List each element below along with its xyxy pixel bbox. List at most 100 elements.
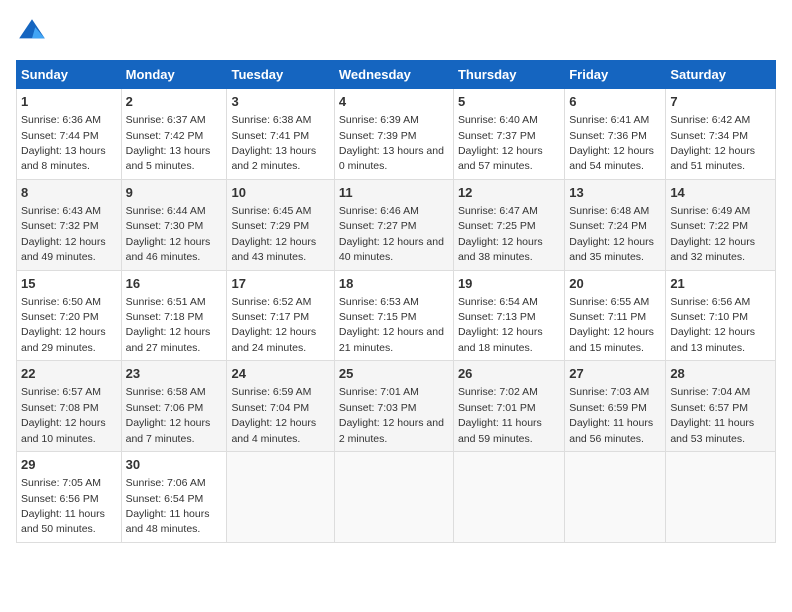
calendar-cell: 25 Sunrise: 7:01 AMSunset: 7:03 PMDaylig…: [334, 361, 453, 452]
day-number: 12: [458, 184, 560, 202]
calendar-cell: [666, 452, 776, 543]
day-number: 24: [231, 365, 329, 383]
calendar-cell: 3 Sunrise: 6:38 AMSunset: 7:41 PMDayligh…: [227, 89, 334, 180]
day-detail: Sunrise: 6:51 AMSunset: 7:18 PMDaylight:…: [126, 296, 211, 354]
calendar-cell: 15 Sunrise: 6:50 AMSunset: 7:20 PMDaylig…: [17, 270, 122, 361]
page-header: [16, 16, 776, 48]
day-detail: Sunrise: 6:58 AMSunset: 7:06 PMDaylight:…: [126, 386, 211, 444]
calendar-cell: 23 Sunrise: 6:58 AMSunset: 7:06 PMDaylig…: [121, 361, 227, 452]
calendar-cell: 12 Sunrise: 6:47 AMSunset: 7:25 PMDaylig…: [453, 179, 564, 270]
day-number: 19: [458, 275, 560, 293]
day-detail: Sunrise: 7:01 AMSunset: 7:03 PMDaylight:…: [339, 386, 444, 444]
day-number: 21: [670, 275, 771, 293]
day-detail: Sunrise: 6:50 AMSunset: 7:20 PMDaylight:…: [21, 296, 106, 354]
calendar-cell: 2 Sunrise: 6:37 AMSunset: 7:42 PMDayligh…: [121, 89, 227, 180]
day-number: 7: [670, 93, 771, 111]
col-wednesday: Wednesday: [334, 61, 453, 89]
day-number: 5: [458, 93, 560, 111]
col-friday: Friday: [565, 61, 666, 89]
day-number: 2: [126, 93, 223, 111]
col-saturday: Saturday: [666, 61, 776, 89]
day-number: 27: [569, 365, 661, 383]
col-tuesday: Tuesday: [227, 61, 334, 89]
calendar-cell: 27 Sunrise: 7:03 AMSunset: 6:59 PMDaylig…: [565, 361, 666, 452]
day-detail: Sunrise: 6:43 AMSunset: 7:32 PMDaylight:…: [21, 205, 106, 263]
calendar-cell: 13 Sunrise: 6:48 AMSunset: 7:24 PMDaylig…: [565, 179, 666, 270]
day-detail: Sunrise: 6:39 AMSunset: 7:39 PMDaylight:…: [339, 114, 444, 172]
day-detail: Sunrise: 7:06 AMSunset: 6:54 PMDaylight:…: [126, 477, 210, 535]
day-detail: Sunrise: 6:54 AMSunset: 7:13 PMDaylight:…: [458, 296, 543, 354]
day-number: 1: [21, 93, 117, 111]
day-detail: Sunrise: 6:44 AMSunset: 7:30 PMDaylight:…: [126, 205, 211, 263]
day-detail: Sunrise: 7:05 AMSunset: 6:56 PMDaylight:…: [21, 477, 105, 535]
day-number: 15: [21, 275, 117, 293]
day-detail: Sunrise: 6:52 AMSunset: 7:17 PMDaylight:…: [231, 296, 316, 354]
calendar-cell: 11 Sunrise: 6:46 AMSunset: 7:27 PMDaylig…: [334, 179, 453, 270]
calendar-cell: 8 Sunrise: 6:43 AMSunset: 7:32 PMDayligh…: [17, 179, 122, 270]
calendar-table: Sunday Monday Tuesday Wednesday Thursday…: [16, 60, 776, 543]
logo-icon: [16, 16, 48, 48]
day-number: 22: [21, 365, 117, 383]
calendar-cell: 7 Sunrise: 6:42 AMSunset: 7:34 PMDayligh…: [666, 89, 776, 180]
calendar-cell: 30 Sunrise: 7:06 AMSunset: 6:54 PMDaylig…: [121, 452, 227, 543]
day-number: 10: [231, 184, 329, 202]
day-detail: Sunrise: 6:48 AMSunset: 7:24 PMDaylight:…: [569, 205, 654, 263]
day-detail: Sunrise: 6:42 AMSunset: 7:34 PMDaylight:…: [670, 114, 755, 172]
calendar-header-row: Sunday Monday Tuesday Wednesday Thursday…: [17, 61, 776, 89]
day-number: 6: [569, 93, 661, 111]
day-number: 8: [21, 184, 117, 202]
day-number: 9: [126, 184, 223, 202]
calendar-cell: 22 Sunrise: 6:57 AMSunset: 7:08 PMDaylig…: [17, 361, 122, 452]
calendar-cell: [227, 452, 334, 543]
calendar-week-row: 8 Sunrise: 6:43 AMSunset: 7:32 PMDayligh…: [17, 179, 776, 270]
logo: [16, 16, 52, 48]
calendar-week-row: 29 Sunrise: 7:05 AMSunset: 6:56 PMDaylig…: [17, 452, 776, 543]
day-detail: Sunrise: 6:38 AMSunset: 7:41 PMDaylight:…: [231, 114, 316, 172]
calendar-week-row: 22 Sunrise: 6:57 AMSunset: 7:08 PMDaylig…: [17, 361, 776, 452]
day-number: 29: [21, 456, 117, 474]
day-detail: Sunrise: 6:55 AMSunset: 7:11 PMDaylight:…: [569, 296, 654, 354]
day-detail: Sunrise: 6:47 AMSunset: 7:25 PMDaylight:…: [458, 205, 543, 263]
calendar-week-row: 1 Sunrise: 6:36 AMSunset: 7:44 PMDayligh…: [17, 89, 776, 180]
col-monday: Monday: [121, 61, 227, 89]
day-number: 3: [231, 93, 329, 111]
day-number: 17: [231, 275, 329, 293]
day-detail: Sunrise: 6:46 AMSunset: 7:27 PMDaylight:…: [339, 205, 444, 263]
day-number: 23: [126, 365, 223, 383]
calendar-cell: 24 Sunrise: 6:59 AMSunset: 7:04 PMDaylig…: [227, 361, 334, 452]
calendar-cell: 20 Sunrise: 6:55 AMSunset: 7:11 PMDaylig…: [565, 270, 666, 361]
day-detail: Sunrise: 7:03 AMSunset: 6:59 PMDaylight:…: [569, 386, 653, 444]
calendar-cell: 10 Sunrise: 6:45 AMSunset: 7:29 PMDaylig…: [227, 179, 334, 270]
day-detail: Sunrise: 6:36 AMSunset: 7:44 PMDaylight:…: [21, 114, 106, 172]
day-detail: Sunrise: 6:37 AMSunset: 7:42 PMDaylight:…: [126, 114, 211, 172]
day-detail: Sunrise: 6:49 AMSunset: 7:22 PMDaylight:…: [670, 205, 755, 263]
day-number: 28: [670, 365, 771, 383]
calendar-cell: 26 Sunrise: 7:02 AMSunset: 7:01 PMDaylig…: [453, 361, 564, 452]
calendar-cell: 21 Sunrise: 6:56 AMSunset: 7:10 PMDaylig…: [666, 270, 776, 361]
calendar-cell: 1 Sunrise: 6:36 AMSunset: 7:44 PMDayligh…: [17, 89, 122, 180]
calendar-cell: 14 Sunrise: 6:49 AMSunset: 7:22 PMDaylig…: [666, 179, 776, 270]
calendar-cell: 9 Sunrise: 6:44 AMSunset: 7:30 PMDayligh…: [121, 179, 227, 270]
day-number: 11: [339, 184, 449, 202]
calendar-cell: 4 Sunrise: 6:39 AMSunset: 7:39 PMDayligh…: [334, 89, 453, 180]
calendar-cell: 28 Sunrise: 7:04 AMSunset: 6:57 PMDaylig…: [666, 361, 776, 452]
calendar-cell: 5 Sunrise: 6:40 AMSunset: 7:37 PMDayligh…: [453, 89, 564, 180]
day-number: 16: [126, 275, 223, 293]
day-detail: Sunrise: 6:53 AMSunset: 7:15 PMDaylight:…: [339, 296, 444, 354]
calendar-week-row: 15 Sunrise: 6:50 AMSunset: 7:20 PMDaylig…: [17, 270, 776, 361]
calendar-cell: [565, 452, 666, 543]
calendar-cell: 17 Sunrise: 6:52 AMSunset: 7:17 PMDaylig…: [227, 270, 334, 361]
day-number: 13: [569, 184, 661, 202]
day-detail: Sunrise: 7:04 AMSunset: 6:57 PMDaylight:…: [670, 386, 754, 444]
calendar-cell: 19 Sunrise: 6:54 AMSunset: 7:13 PMDaylig…: [453, 270, 564, 361]
day-detail: Sunrise: 6:45 AMSunset: 7:29 PMDaylight:…: [231, 205, 316, 263]
day-detail: Sunrise: 6:41 AMSunset: 7:36 PMDaylight:…: [569, 114, 654, 172]
day-number: 18: [339, 275, 449, 293]
day-detail: Sunrise: 6:57 AMSunset: 7:08 PMDaylight:…: [21, 386, 106, 444]
day-detail: Sunrise: 6:40 AMSunset: 7:37 PMDaylight:…: [458, 114, 543, 172]
day-detail: Sunrise: 6:56 AMSunset: 7:10 PMDaylight:…: [670, 296, 755, 354]
day-number: 20: [569, 275, 661, 293]
day-number: 14: [670, 184, 771, 202]
day-number: 4: [339, 93, 449, 111]
day-number: 26: [458, 365, 560, 383]
